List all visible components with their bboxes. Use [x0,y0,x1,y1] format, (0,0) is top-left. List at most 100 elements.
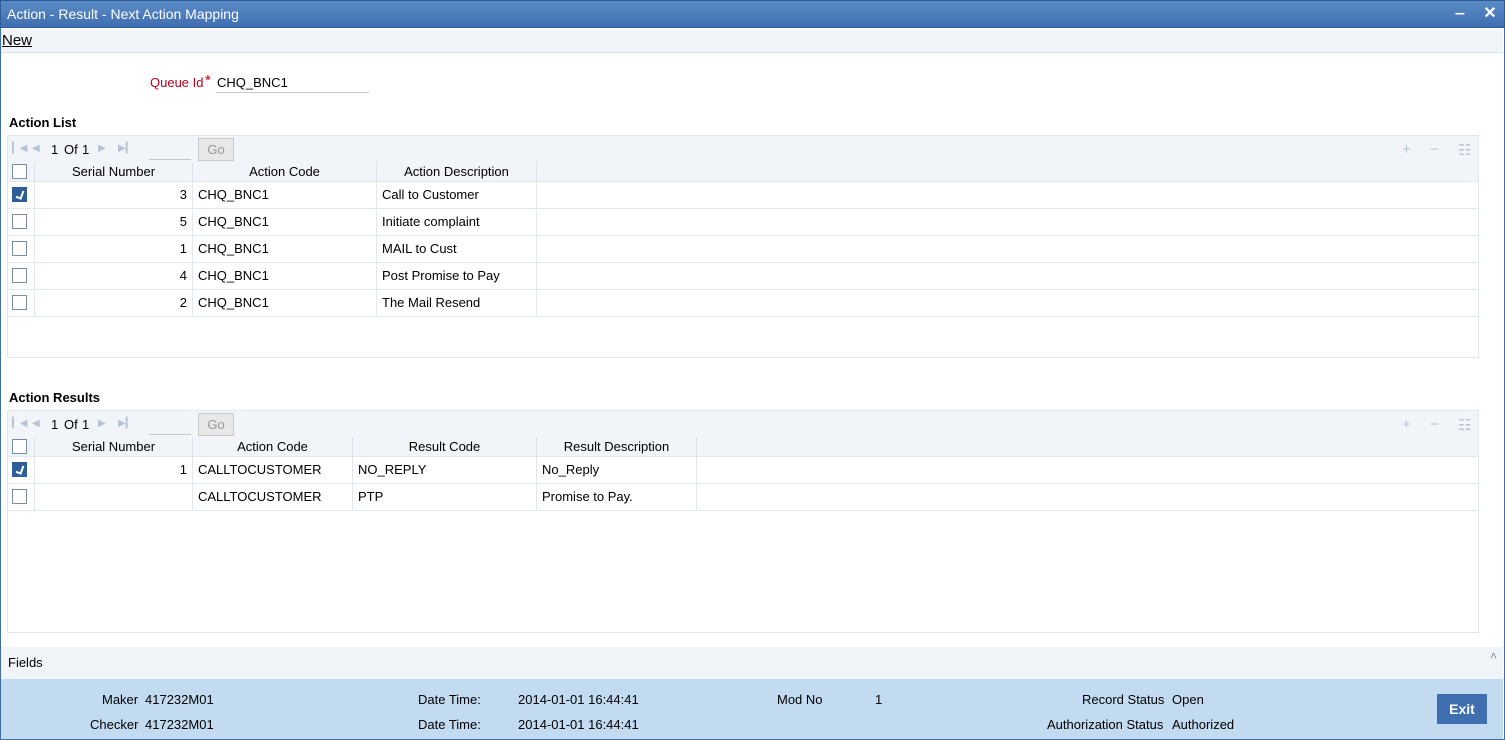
action-code-cell: CALLTOCUSTOMER [193,457,353,483]
table-row[interactable]: 1 CHQ_BNC1 MAIL to Cust [8,236,1478,263]
next-page-icon[interactable]: ▶ [98,418,106,429]
maker-datetime-value: 2014-01-01 16:44:41 [518,692,639,707]
row-checkbox[interactable] [12,295,27,310]
record-status-label: Record Status [1082,692,1165,707]
action-results-title: Action Results [9,390,101,405]
table-row[interactable]: 5 CHQ_BNC1 Initiate complaint [8,209,1478,236]
last-page-icon[interactable]: ▶▎ [118,418,133,429]
action-description-cell: Initiate complaint [377,209,537,235]
last-page-icon[interactable]: ▶▎ [118,143,133,154]
new-link[interactable]: New [2,32,32,49]
action-description-cell: The Mail Resend [377,290,537,316]
audit-footer [1,679,1503,739]
action-list-header: Serial Number Action Code Action Descrip… [8,162,1478,182]
action-code-cell: CHQ_BNC1 [193,263,377,289]
table-row[interactable]: 1 CALLTOCUSTOMER NO_REPLY No_Reply [8,457,1478,484]
checker-label: Checker [90,717,139,732]
mod-no-value: 1 [875,692,883,707]
action-description-cell: MAIL to Cust [377,236,537,262]
maker-label: Maker [102,692,139,707]
serial-number-cell: 1 [34,457,193,483]
current-page: 1 [51,417,59,432]
row-checkbox[interactable] [12,241,27,256]
row-filler [697,484,1478,510]
action-code-cell: CHQ_BNC1 [193,182,377,208]
first-page-icon[interactable]: ▎◀ [12,418,27,429]
column-header-action-code: Action Code [193,437,353,457]
row-checkbox[interactable] [12,489,27,504]
delete-row-icon[interactable]: − [1430,416,1439,433]
serial-number-cell: 5 [34,209,193,235]
single-view-icon[interactable]: ☷ [1458,416,1471,434]
total-pages: 1 [82,417,90,432]
minimize-icon[interactable]: ‒ [1450,4,1470,24]
required-marker: * [205,72,211,89]
single-view-icon[interactable]: ☷ [1458,141,1471,159]
result-description-cell: Promise to Pay. [537,484,697,510]
row-filler [537,236,1478,262]
action-list-grid: ▎◀ ◀ 1 Of 1 ▶ ▶▎ Go + − ☷ Serial Number … [7,135,1479,358]
checker-datetime-label: Date Time: [418,717,481,732]
page-of-label: Of [64,142,78,157]
row-filler [537,290,1478,316]
next-page-icon[interactable]: ▶ [98,143,106,154]
column-header-action-code: Action Code [193,162,377,182]
first-page-icon[interactable]: ▎◀ [12,143,27,154]
maker-datetime-label: Date Time: [418,692,481,707]
select-all-checkbox[interactable] [12,439,27,454]
action-results-header: Serial Number Action Code Result Code Re… [8,437,1478,457]
action-code-cell: CHQ_BNC1 [193,290,377,316]
serial-number-cell: 4 [34,263,193,289]
delete-row-icon[interactable]: − [1430,141,1439,158]
action-list-title: Action List [9,115,77,130]
authorization-status-value: Authorized [1172,717,1235,732]
close-icon[interactable]: ✕ [1480,4,1500,24]
result-description-cell: No_Reply [537,457,697,483]
result-code-cell: NO_REPLY [353,457,537,483]
checker-datetime-value: 2014-01-01 16:44:41 [518,717,639,732]
prev-page-icon[interactable]: ◀ [32,418,40,429]
total-pages: 1 [82,142,90,157]
table-row[interactable]: 3 CHQ_BNC1 Call to Customer [8,182,1478,209]
serial-number-cell: 2 [34,290,193,316]
action-code-cell: CHQ_BNC1 [193,209,377,235]
page-number-input[interactable] [149,139,191,160]
window-title: Action - Result - Next Action Mapping [7,6,239,22]
select-all-checkbox[interactable] [12,164,27,179]
row-checkbox[interactable] [12,462,27,477]
column-header-result-code: Result Code [353,437,537,457]
queue-id-input[interactable] [216,72,369,93]
prev-page-icon[interactable]: ◀ [32,143,40,154]
go-button[interactable]: Go [198,138,234,161]
row-filler [537,263,1478,289]
result-code-cell: PTP [353,484,537,510]
serial-number-cell [34,484,193,510]
serial-number-cell: 3 [34,182,193,208]
action-description-cell: Call to Customer [377,182,537,208]
row-checkbox[interactable] [12,187,27,202]
add-row-icon[interactable]: + [1402,416,1411,433]
row-checkbox[interactable] [12,268,27,283]
action-code-cell: CHQ_BNC1 [193,236,377,262]
page-number-input[interactable] [149,414,191,435]
mod-no-label: Mod No [777,692,823,707]
action-results-toolbar: ▎◀ ◀ 1 Of 1 ▶ ▶▎ Go + − ☷ [8,411,1478,437]
row-filler [537,209,1478,235]
row-checkbox[interactable] [12,214,27,229]
add-row-icon[interactable]: + [1402,141,1411,158]
window-titlebar: Action - Result - Next Action Mapping ‒ … [0,0,1505,28]
chevron-up-icon[interactable]: ˄ [1490,649,1497,663]
authorization-status-label: Authorization Status [1047,717,1164,732]
action-results-grid: ▎◀ ◀ 1 Of 1 ▶ ▶▎ Go + − ☷ Serial Number … [7,410,1479,633]
fields-link[interactable]: Fields [8,655,43,670]
table-row[interactable]: CALLTOCUSTOMER PTP Promise to Pay. [8,484,1478,511]
record-status-value: Open [1172,692,1204,707]
menu-bar: New [1,29,1503,53]
column-header-serial-number: Serial Number [34,437,193,457]
fields-bar: Fields ˄ [1,647,1503,679]
go-button[interactable]: Go [198,413,234,436]
table-row[interactable]: 4 CHQ_BNC1 Post Promise to Pay [8,263,1478,290]
queue-id-label: Queue Id [150,75,204,90]
exit-button[interactable]: Exit [1437,694,1487,724]
table-row[interactable]: 2 CHQ_BNC1 The Mail Resend [8,290,1478,317]
